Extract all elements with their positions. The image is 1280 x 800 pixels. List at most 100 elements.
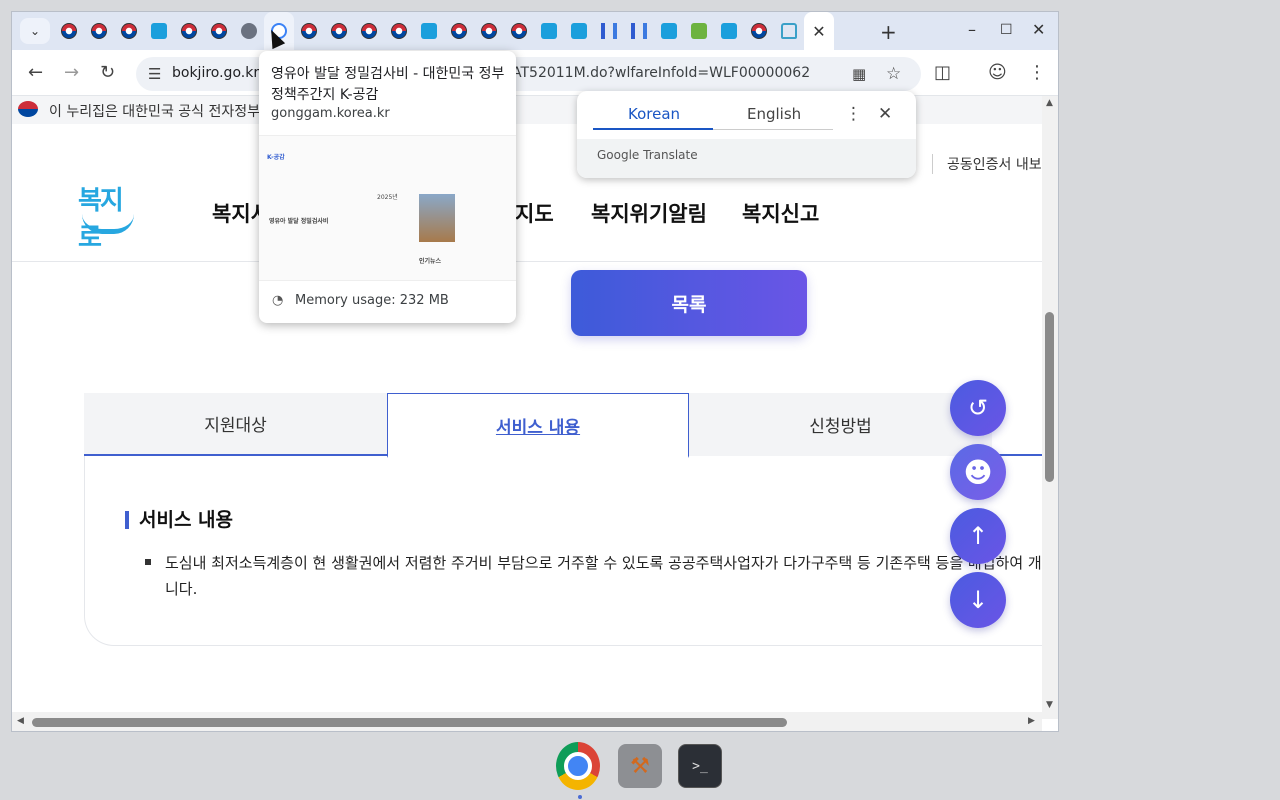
browser-tab[interactable] [444, 12, 474, 50]
extensions-icon[interactable]: ◫ [934, 62, 951, 83]
browser-tab[interactable] [84, 12, 114, 50]
browser-tab[interactable] [474, 12, 504, 50]
browser-tab[interactable] [324, 12, 354, 50]
service-card: 서비스 내용 도심내 최저소득계층이 현 생활권에서 저렴한 주거비 부담으로 … [84, 456, 1042, 646]
scroll-bottom-button[interactable]: ↓ [950, 572, 1006, 628]
service-description-line2: 니다. [165, 580, 198, 598]
korea-gov-icon [481, 23, 497, 39]
tab-eligibility[interactable]: 지원대상 [84, 393, 387, 456]
chrome-app-icon[interactable] [556, 742, 600, 790]
korea-gov-icon [331, 23, 347, 39]
browser-tab[interactable] [54, 12, 84, 50]
back-button[interactable]: ← [28, 62, 43, 83]
forward-button[interactable]: → [64, 62, 79, 83]
minimize-button[interactable]: – [968, 20, 976, 39]
browser-tab[interactable] [414, 12, 444, 50]
close-icon[interactable]: ✕ [878, 104, 892, 124]
translate-tab-divider [713, 129, 833, 130]
browser-tab[interactable] [564, 12, 594, 50]
building-icon [601, 23, 617, 39]
nav-item-report[interactable]: 복지신고 [742, 198, 819, 228]
browser-tab[interactable] [174, 12, 204, 50]
horizontal-scrollbar[interactable]: ◀ ▶ [12, 712, 1042, 731]
korea-gov-icon [121, 23, 137, 39]
scroll-right-arrow-icon[interactable]: ▶ [1028, 716, 1035, 726]
browser-tab[interactable] [714, 12, 744, 50]
gov-banner-text: 이 누리집은 대한민국 공식 전자정부 [49, 104, 260, 120]
system-tools-app-icon[interactable]: ⚒ [618, 744, 662, 788]
more-options-icon[interactable]: ⋮ [845, 104, 862, 124]
browser-tab[interactable] [114, 12, 144, 50]
terminal-app-icon[interactable]: >_ [678, 744, 722, 788]
bokjiro-logo[interactable]: 복지로 [78, 180, 142, 253]
browser-tab[interactable] [204, 12, 234, 50]
thumb-year: 2025년 [377, 194, 398, 201]
browser-tab[interactable] [294, 12, 324, 50]
reload-button[interactable]: ↻ [100, 62, 115, 83]
tab-service-content[interactable]: 서비스 내용 [387, 393, 689, 458]
list-button[interactable]: 목록 [571, 270, 807, 336]
profile-icon[interactable]: ☺ [988, 62, 1007, 83]
browser-tab[interactable] [354, 12, 384, 50]
tab-search-button[interactable]: ⌄ [20, 18, 50, 44]
korea-gov-icon [751, 23, 767, 39]
vertical-scroll-thumb[interactable] [1045, 312, 1054, 482]
thumb-magazine-image [419, 194, 455, 242]
browser-tab[interactable] [534, 12, 564, 50]
thumb-popular-news: 인기뉴스 [419, 258, 442, 265]
close-window-button[interactable]: ✕ [1032, 20, 1045, 39]
browser-tab[interactable] [684, 12, 714, 50]
building-icon [631, 23, 647, 39]
browser-tab[interactable] [234, 12, 264, 50]
url-path: AT52011M.do?wlfareInfoId=WLF00000062 [512, 65, 811, 81]
browser-tab[interactable] [144, 12, 174, 50]
browser-tab[interactable] [654, 12, 684, 50]
bookmark-star-icon[interactable]: ☆ [886, 64, 901, 84]
browser-tab[interactable] [594, 12, 624, 50]
horizontal-scroll-thumb[interactable] [32, 718, 787, 727]
close-tab-icon[interactable]: ✕ [812, 22, 825, 41]
korea-gov-icon [361, 23, 377, 39]
globe-icon [241, 23, 257, 39]
site-info-icon[interactable]: ☰ [148, 65, 161, 83]
chrome-logo-icon [556, 742, 600, 790]
service-description: 도심내 최저소득계층이 현 생활권에서 저렴한 주거비 부담으로 거주할 수 있… [165, 550, 1042, 602]
browser-tab[interactable] [504, 12, 534, 50]
toolbox-icon: ⚒ [630, 753, 650, 779]
bokjiro-icon [571, 23, 587, 39]
korea-gov-icon [451, 23, 467, 39]
nav-item-map[interactable]: 지도 [515, 198, 554, 228]
address-bar[interactable]: ☰ bokjiro.go.kr AT52011M.do?wlfareInfoId… [136, 57, 921, 91]
history-icon: ↺ [967, 394, 989, 422]
recent-history-button[interactable]: ↺ [950, 380, 1006, 436]
new-tab-button[interactable]: + [880, 20, 897, 44]
scroll-top-button[interactable]: ↑ [950, 508, 1006, 564]
active-tab[interactable]: ✕ [804, 12, 834, 50]
translate-target-tab[interactable]: English [747, 105, 801, 123]
browser-tab[interactable] [744, 12, 774, 50]
section-title: 서비스 내용 [125, 511, 233, 530]
chatbot-button[interactable]: ☻ [950, 444, 1006, 500]
korea-gov-icon [181, 23, 197, 39]
scroll-left-arrow-icon[interactable]: ◀ [17, 716, 24, 726]
nav-item-crisis-alert[interactable]: 복지위기알림 [591, 198, 707, 228]
tab-hover-card: 영유아 발달 정밀검사비 - 대한민국 정부 정책주간지 K-공감 gongga… [259, 51, 516, 323]
chatbot-icon: ☻ [963, 455, 993, 489]
bokjiro-icon [421, 23, 437, 39]
translate-source-tab[interactable]: Korean [628, 105, 680, 123]
translate-icon[interactable]: ▦ [852, 65, 866, 83]
memory-gauge-icon: ◔ [272, 293, 284, 308]
hover-card-title: 영유아 발달 정밀검사비 - 대한민국 정부 정책주간지 K-공감 [271, 66, 505, 103]
browser-tab[interactable] [774, 12, 804, 50]
vertical-scrollbar[interactable]: ▲ ▼ [1042, 96, 1058, 719]
google-translate-brand: Google Translate [597, 148, 698, 162]
tab-application[interactable]: 신청방법 [689, 393, 992, 456]
browser-tab[interactable] [624, 12, 654, 50]
korea-gov-icon [511, 23, 527, 39]
cert-export-link[interactable]: 공동인증서 내보 [932, 154, 1042, 174]
maximize-button[interactable]: ☐ [1000, 22, 1013, 38]
browser-tab[interactable] [384, 12, 414, 50]
scroll-up-arrow-icon[interactable]: ▲ [1046, 98, 1053, 108]
scroll-down-arrow-icon[interactable]: ▼ [1046, 700, 1053, 710]
menu-icon[interactable]: ⋮ [1028, 62, 1046, 83]
